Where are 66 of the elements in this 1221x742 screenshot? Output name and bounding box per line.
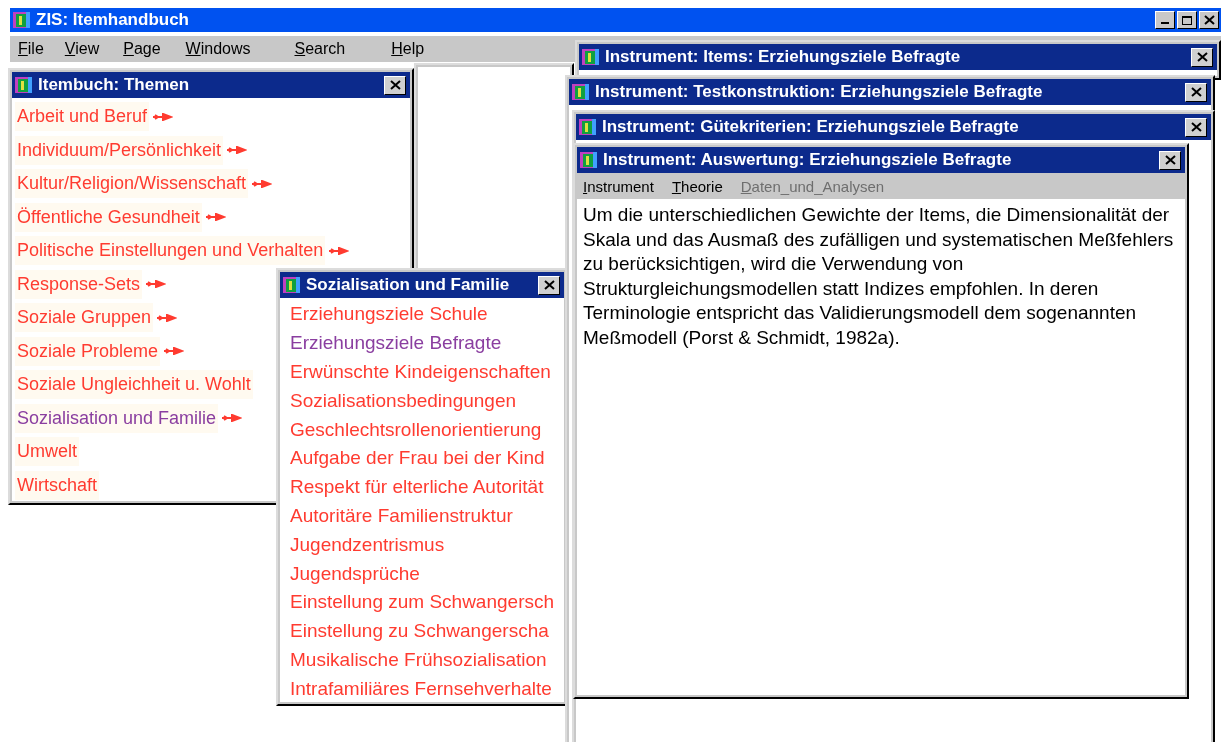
book-icon [578,117,598,137]
close-button[interactable] [384,75,406,95]
topic-link[interactable]: Kultur/Religion/Wissenschaft [15,169,249,199]
topic-link[interactable]: Sozialisation und Familie [15,403,219,433]
topic-link[interactable]: Soziale Ungleichheit u. Wohlt [15,370,253,400]
close-button[interactable] [1199,11,1219,29]
close-button[interactable] [1191,47,1213,67]
close-icon [1190,87,1202,97]
close-icon [543,280,555,290]
close-button[interactable] [1185,82,1207,102]
book-icon [282,275,302,295]
app-title: ZIS: Itemhandbuch [36,10,189,30]
topic-link[interactable]: Wirtschaft [15,470,99,500]
maximize-button[interactable] [1177,11,1197,29]
instrument-link[interactable]: Jugendzentrismus [288,529,447,560]
instrument-link[interactable]: Erziehungsziele Befragte [288,328,504,359]
tab[interactable]: Instrument [583,177,654,195]
window-title: Itembuch: Themen [38,75,190,95]
topic-link[interactable]: Soziale Gruppen [15,303,154,333]
instrument-link[interactable]: Einstellung zu Schwangerscha [288,616,551,647]
close-icon [1203,15,1215,25]
window-title: Instrument: Testkonstruktion: Erziehungsziele Befragte [595,82,1043,102]
topic-link[interactable]: Umwelt [15,437,79,467]
book-icon [14,75,34,95]
instrument-link[interactable]: Sozialisationsbedingungen [288,385,519,416]
menu-item[interactable]: File [18,40,44,58]
window-title: Instrument: Items: Erziehungsziele Befragte [605,47,961,67]
instrument-link[interactable]: Erwünschte Kindeigenschaften [288,357,553,387]
instrument-link[interactable]: Autoritäre Familienstruktur [288,501,515,531]
description-text: Um die unterschiedlichen Gewichte der Items, die Dimensionalität der Skala und das Ausmaß des zufälligen und systematischen Meßfehlers zu berücksichtigen, wird die Verwendung von Strukturgleichungsmodellen statt Indizes empfohlen. In deren Terminologie entspricht das Validierungsmodell dem sogenannten Meßmodell (Porst & Schmidt, 1982a). [582,203,1175,350]
tab[interactable]: Theorie [671,177,723,195]
menu-item[interactable]: Search [294,40,346,58]
close-icon [1190,122,1202,132]
instrument-link[interactable]: Einstellung zum Schwangersch [288,587,557,618]
topic-link[interactable]: Arbeit und Beruf [15,102,150,132]
close-icon [389,80,401,90]
topic-link[interactable]: Response-Sets [15,269,143,299]
book-icon [579,150,599,170]
topic-link[interactable]: Öffentliche Gesundheit [15,202,202,232]
window-title: Sozialisation und Familie [306,275,510,295]
topic-link[interactable]: Individuum/Persönlichkeit [15,135,224,165]
instrument-link[interactable]: Geschlechtsrollenorientierung [288,414,544,445]
book-icon [12,10,32,30]
menu-item[interactable]: View [64,40,100,58]
instrument-link[interactable]: Erziehungsziele Schule [288,299,490,330]
book-icon [581,47,601,67]
menu-item[interactable]: Page [123,40,161,58]
book-icon [571,82,591,102]
menu-item[interactable]: Help [391,40,425,58]
instrument-link[interactable]: Intrafamiliäres Fernsehverhalte [288,673,554,704]
close-icon [1196,52,1208,62]
window-title: Instrument: Auswertung: Erziehungsziele Befragte [603,150,1012,170]
topic-link[interactable]: Politische Einstellungen und Verhalten [15,236,326,266]
window-title: Instrument: Gütekriterien: Erziehungsziele Befragte [602,117,1019,137]
instrument-link[interactable]: Aufgabe der Frau bei der Kind [288,443,547,474]
instrument-link[interactable]: Jugendsprüche [288,558,422,589]
minimize-button[interactable] [1155,11,1175,29]
close-icon [1164,155,1176,165]
topic-link[interactable]: Soziale Probleme [15,336,161,366]
close-button[interactable] [538,275,560,295]
instrument-link[interactable]: Musikalische Frühsozialisation [288,644,549,675]
instrument-link[interactable]: Respekt für elterliche Autorität [288,472,546,503]
close-button[interactable] [1185,117,1207,137]
menu-item[interactable]: Windows [185,40,251,58]
close-button[interactable] [1159,150,1181,170]
maximize-icon [1182,15,1192,25]
